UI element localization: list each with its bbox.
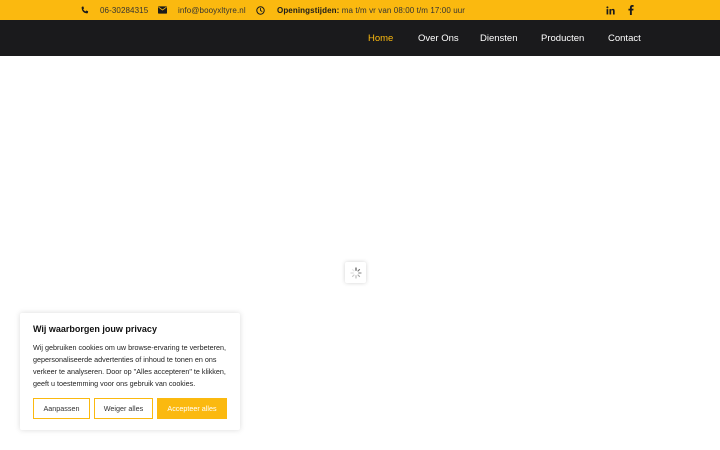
opening-hours-value: ma t/m vr van 08:00 t/m 17:00 uur — [341, 5, 466, 15]
email-link[interactable]: info@booyxltyre.nl — [178, 0, 246, 20]
phone-icon — [80, 0, 89, 20]
clock-icon — [256, 0, 265, 20]
envelope-icon — [158, 0, 167, 20]
cookie-description: Wij gebruiken cookies om uw browse-ervar… — [33, 343, 226, 388]
nav-item-diensten[interactable]: Diensten — [480, 20, 518, 56]
linkedin-icon[interactable] — [606, 0, 615, 20]
top-bar: 06-30284315 info@booyxltyre.nl Openingst… — [0, 0, 720, 20]
main-navigation: Home Over Ons Diensten Producten Contact — [0, 20, 720, 56]
nav-item-producten[interactable]: Producten — [541, 20, 584, 56]
cookie-title: Wij waarborgen jouw privacy — [33, 324, 157, 334]
spinner-icon — [349, 266, 362, 279]
customize-button[interactable]: Aanpassen — [33, 398, 90, 419]
facebook-icon[interactable] — [628, 0, 634, 20]
opening-hours-label: Openingstijden: — [277, 5, 340, 15]
accept-all-button[interactable]: Accepteer alles — [157, 398, 227, 419]
loading-spinner — [345, 262, 366, 283]
nav-item-contact[interactable]: Contact — [608, 20, 641, 56]
phone-number[interactable]: 06-30284315 — [100, 0, 148, 20]
cookie-consent-banner: Wij waarborgen jouw privacy Wij gebruike… — [20, 313, 240, 430]
opening-hours: Openingstijden: ma t/m vr van 08:00 t/m … — [277, 0, 465, 20]
nav-item-home[interactable]: Home — [368, 20, 393, 56]
reject-all-button[interactable]: Weiger alles — [94, 398, 153, 419]
nav-item-over-ons[interactable]: Over Ons — [418, 20, 459, 56]
